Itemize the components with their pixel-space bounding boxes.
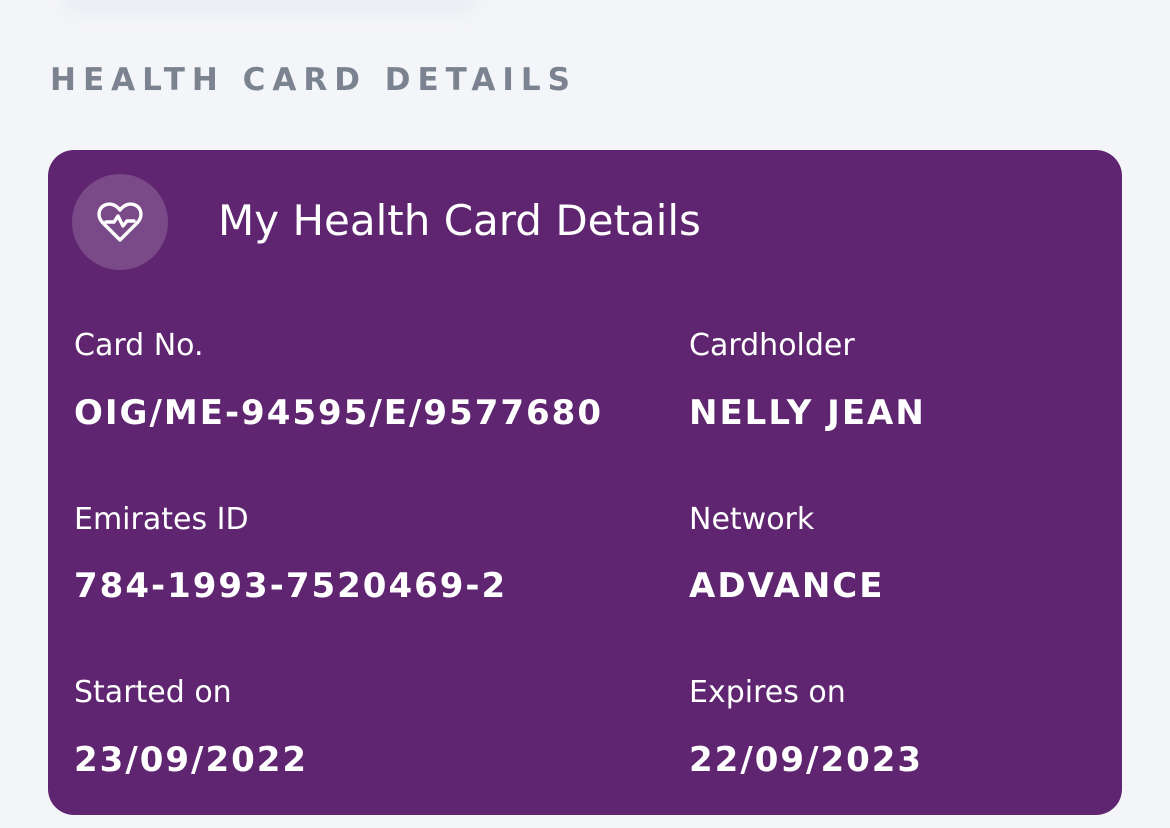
cardholder-value: NELLY JEAN [689,393,926,433]
section-title: HEALTH CARD DETAILS [50,62,578,98]
started-on-label: Started on [74,675,232,710]
expires-on-label: Expires on [689,675,846,710]
card-no-label: Card No. [74,328,204,363]
started-on-value: 23/09/2022 [74,740,309,780]
expires-on-value: 22/09/2023 [689,740,924,780]
card-title: My Health Card Details [218,196,701,245]
emirates-id-label: Emirates ID [74,502,249,537]
emirates-id-value: 784-1993-7520469-2 [74,566,508,606]
cardholder-label: Cardholder [689,328,855,363]
card-no-value: OIG/ME-94595/E/9577680 [74,393,603,433]
previous-element-shadow [60,0,480,16]
network-value: ADVANCE [689,566,885,606]
heart-pulse-icon [72,174,168,270]
health-card[interactable]: My Health Card Details Card No. OIG/ME-9… [48,150,1122,815]
network-label: Network [689,502,815,537]
